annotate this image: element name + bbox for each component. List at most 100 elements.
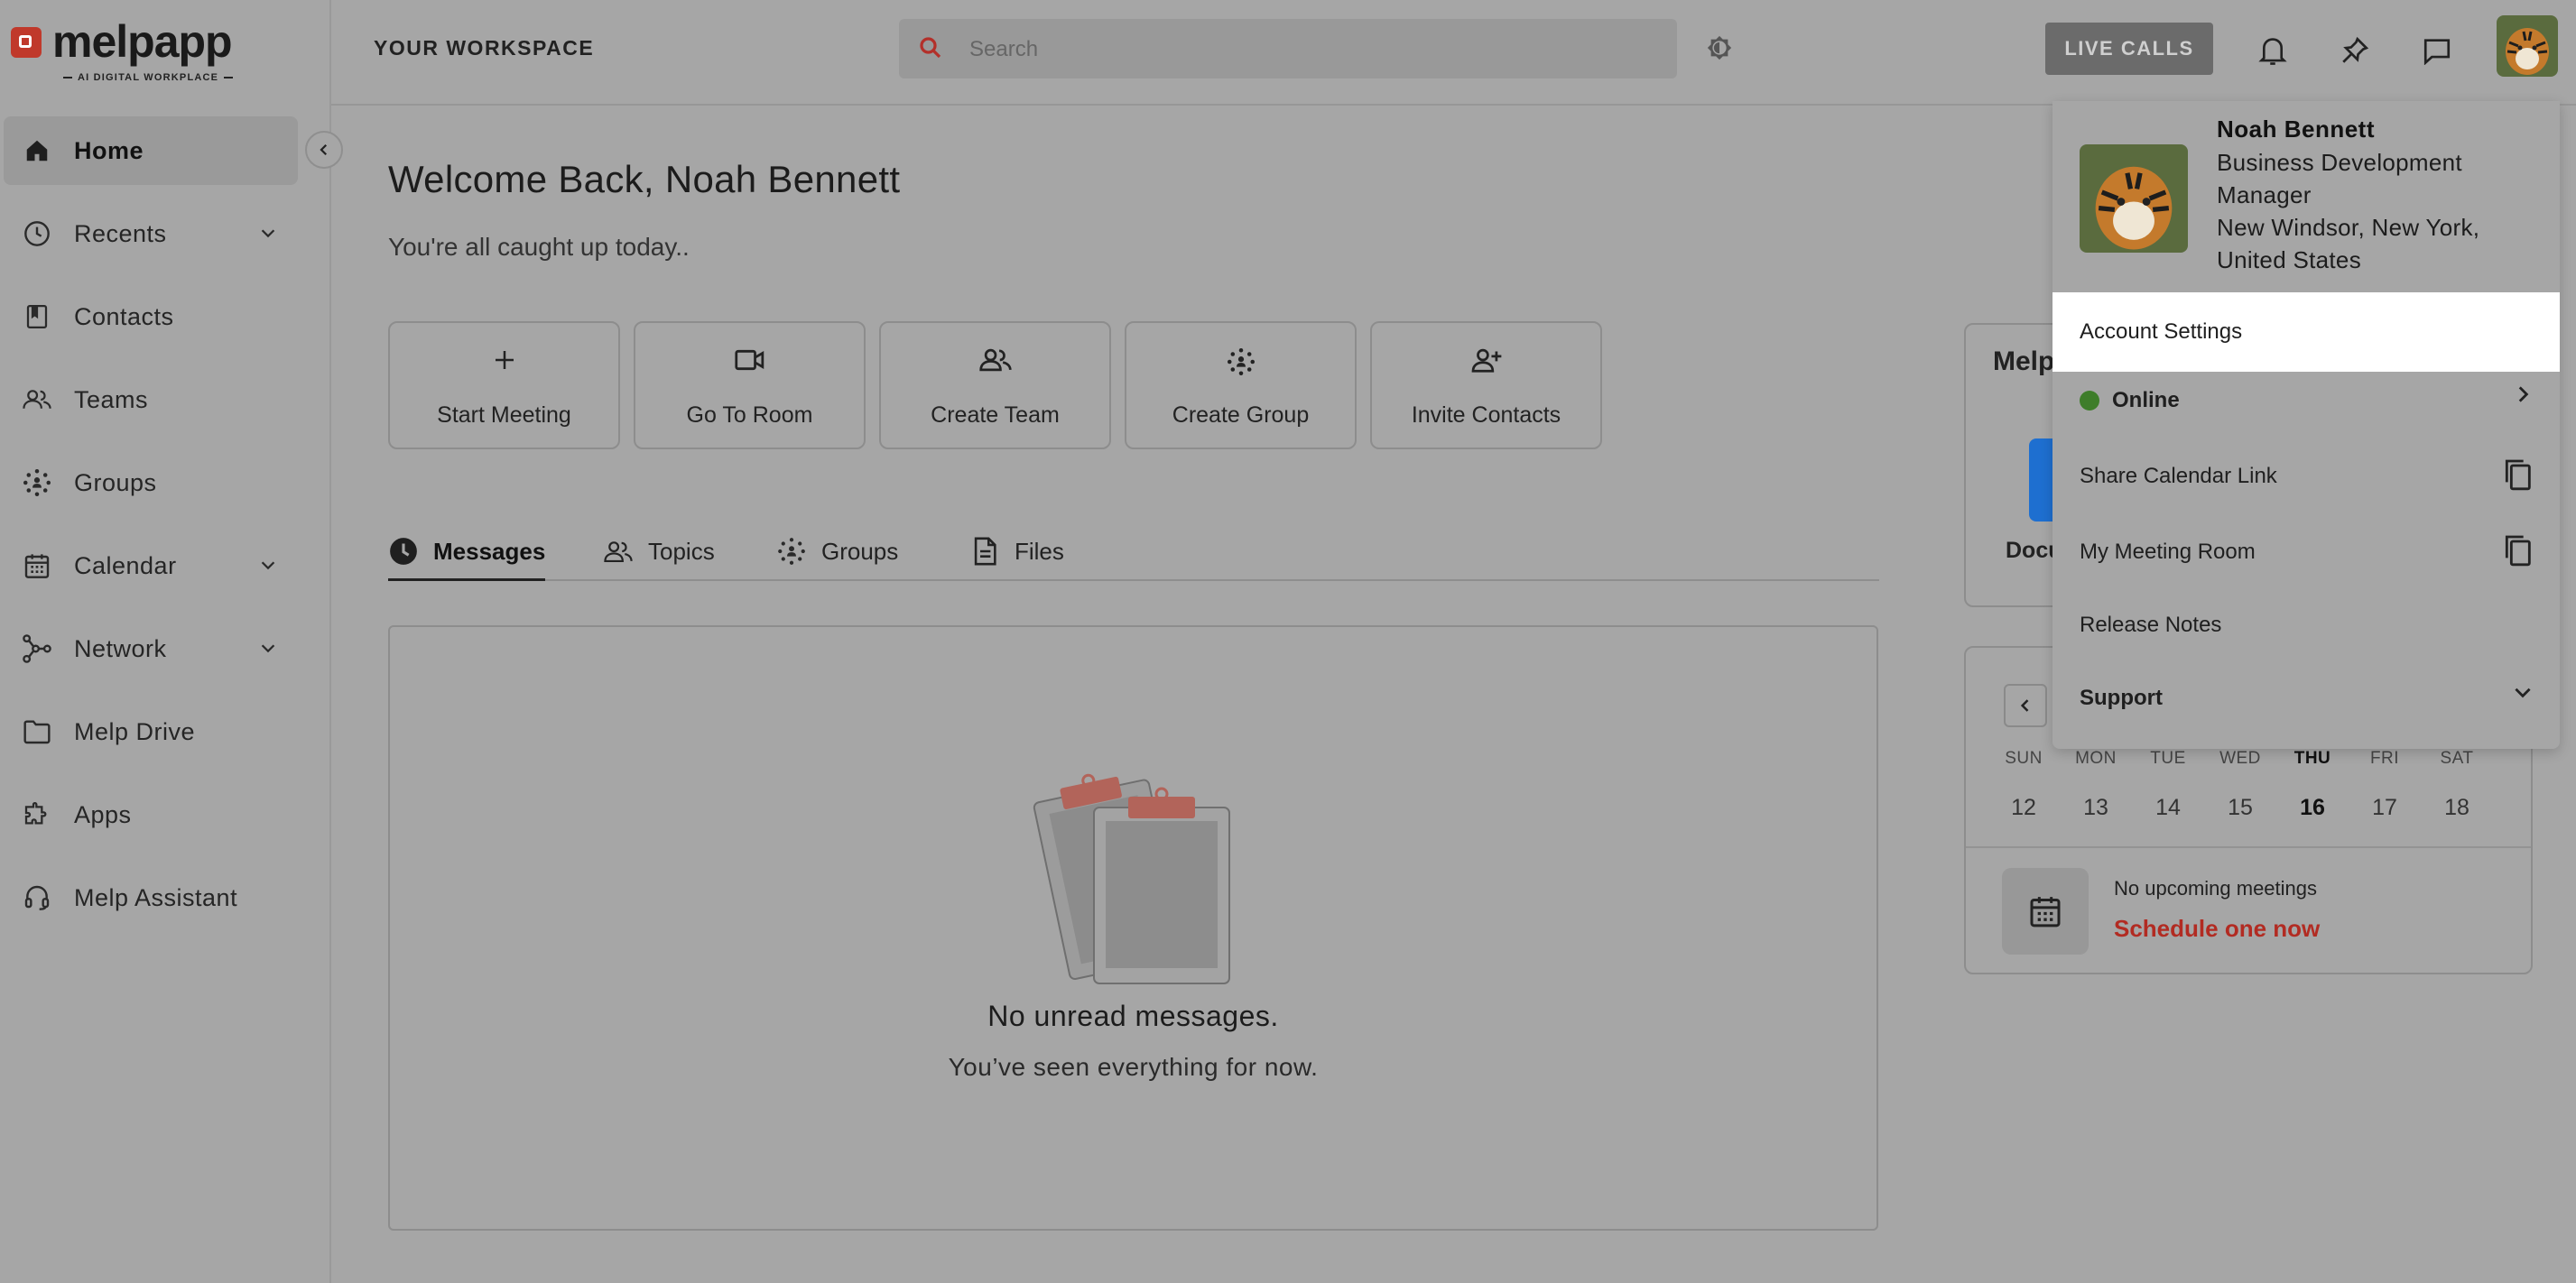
sidebar-item-groups[interactable]: Groups [4,448,298,517]
calendar-day[interactable]: 14 [2141,795,2195,821]
calendar-day[interactable]: 13 [2069,795,2123,821]
live-calls-button[interactable]: LIVE CALLS [2045,23,2213,75]
sidebar: melpapp AI DIGITAL WORKPLACE Home Recent… [0,0,331,1283]
sidebar-item-melp-assistant[interactable]: Melp Assistant [4,863,298,932]
online-status-dot [2080,391,2099,411]
invite-contacts-button[interactable]: Invite Contacts [1370,321,1602,449]
weekday-label: SAT [2440,749,2474,768]
sidebar-item-contacts[interactable]: Contacts [4,282,298,351]
profile-name: Noah Bennett [2217,115,2375,143]
search-input[interactable] [968,28,1657,71]
teams-icon [20,383,54,417]
calendar-day[interactable]: 17 [2358,795,2412,821]
menu-item-label: Release Notes [2080,613,2222,637]
weekday-label-today: THU [2293,749,2331,768]
support-item[interactable]: Support [2052,659,2560,738]
sidebar-item-label: Melp Assistant [74,883,238,911]
logo-tagline: AI DIGITAL WORKPLACE [58,72,238,83]
create-group-button[interactable]: Create Group [1125,321,1357,449]
headset-icon [20,881,54,915]
search-icon [917,34,944,61]
weekday-label: WED [2219,749,2261,768]
sidebar-item-calendar[interactable]: Calendar [4,531,298,600]
weekday-label: MON [2075,749,2117,768]
create-team-button[interactable]: Create Team [879,321,1111,449]
calendar-day[interactable]: 18 [2430,795,2484,821]
calendar-day[interactable]: 12 [1997,795,2051,821]
tab-topics[interactable]: Topics [603,523,715,579]
sidebar-item-label: Teams [74,385,149,413]
sidebar-item-label: Contacts [74,302,174,330]
start-meeting-button[interactable]: Start Meeting [388,321,620,449]
profile-location: New Windsor, New York, United States [2217,214,2480,273]
calendar-day-today[interactable]: 16 [2285,795,2340,821]
video-icon [635,346,864,374]
chat-icon[interactable] [2419,32,2455,69]
copy-icon[interactable] [2500,532,2534,568]
sidebar-item-teams[interactable]: Teams [4,365,298,434]
my-meeting-room-item[interactable]: My Meeting Room [2052,512,2560,592]
menu-item-label: Online [2112,388,2180,412]
chevron-down-icon[interactable] [258,638,278,658]
top-header: YOUR WORKSPACE LIVE CALLS [331,0,2576,106]
welcome-subtitle: You're all caught up today.. [388,233,690,261]
tab-groups[interactable]: Groups [776,523,898,579]
sidebar-item-label: Groups [74,468,157,496]
chevron-down-icon[interactable] [258,555,278,575]
release-notes-item[interactable]: Release Notes [2052,586,2560,665]
clock-icon [20,217,54,251]
melp-card-title: Melp [1993,346,2055,376]
sidebar-item-apps[interactable]: Apps [4,780,298,849]
menu-item-label: Share Calendar Link [2080,464,2277,488]
bell-icon[interactable] [2255,32,2291,69]
menu-item-label: Account Settings [2080,319,2243,344]
tab-messages[interactable]: Messages [388,523,546,581]
sidebar-item-home[interactable]: Home [4,116,298,185]
contacts-book-icon [20,300,54,334]
sidebar-item-label: Calendar [74,551,177,579]
no-meetings-text: No upcoming meetings [2114,877,2318,900]
calendar-day[interactable]: 15 [2213,795,2267,821]
calendar-prev-button[interactable] [2004,684,2047,727]
tab-label: Files [1015,537,1064,565]
home-icon [20,134,54,168]
welcome-heading: Welcome Back, Noah Bennett [388,158,901,200]
weekday-label: SUN [2005,749,2043,768]
weekday-label: TUE [2150,749,2186,768]
theme-toggle-icon[interactable] [1706,34,1733,61]
empty-clipboard-icon [1033,773,1230,984]
logo-text: melpapp [52,16,233,67]
empty-state-title: No unread messages. [987,1000,1279,1032]
network-icon [20,632,54,666]
status-item[interactable]: Online [2052,361,2560,440]
profile-avatar-button[interactable] [2497,15,2558,77]
app-logo[interactable]: melpapp AI DIGITAL WORKPLACE [11,16,246,88]
file-icon [969,536,1000,567]
account-settings-item[interactable]: Account Settings [2052,292,2560,372]
sidebar-item-recents[interactable]: Recents [4,199,298,268]
copy-icon[interactable] [2500,457,2534,493]
calendar-icon [20,549,54,583]
share-calendar-link-item[interactable]: Share Calendar Link [2052,437,2560,516]
sidebar-item-melp-drive[interactable]: Melp Drive [4,697,298,766]
quick-action-label: Start Meeting [437,402,571,428]
profile-dropdown-menu: Noah Bennett Business Development Manage… [2052,101,2560,749]
collapse-sidebar-button[interactable] [305,131,343,169]
schedule-meeting-link[interactable]: Schedule one now [2114,915,2320,943]
calendar-icon [2002,868,2089,955]
pin-icon[interactable] [2337,32,2373,69]
sidebar-item-label: Melp Drive [74,717,196,745]
add-user-icon [1372,346,1600,374]
groups-icon [776,536,807,567]
tab-label: Messages [433,537,546,565]
tab-files[interactable]: Files [969,523,1064,579]
menu-item-label: Support [2080,686,2163,710]
sidebar-item-network[interactable]: Network [4,614,298,683]
search-bar[interactable] [899,19,1677,78]
puzzle-icon [20,798,54,832]
weekday-label: FRI [2369,749,2400,768]
tab-label: Groups [821,537,899,565]
chevron-down-icon[interactable] [258,223,278,243]
go-to-room-button[interactable]: Go To Room [634,321,866,449]
chevron-right-icon [2511,383,2534,406]
